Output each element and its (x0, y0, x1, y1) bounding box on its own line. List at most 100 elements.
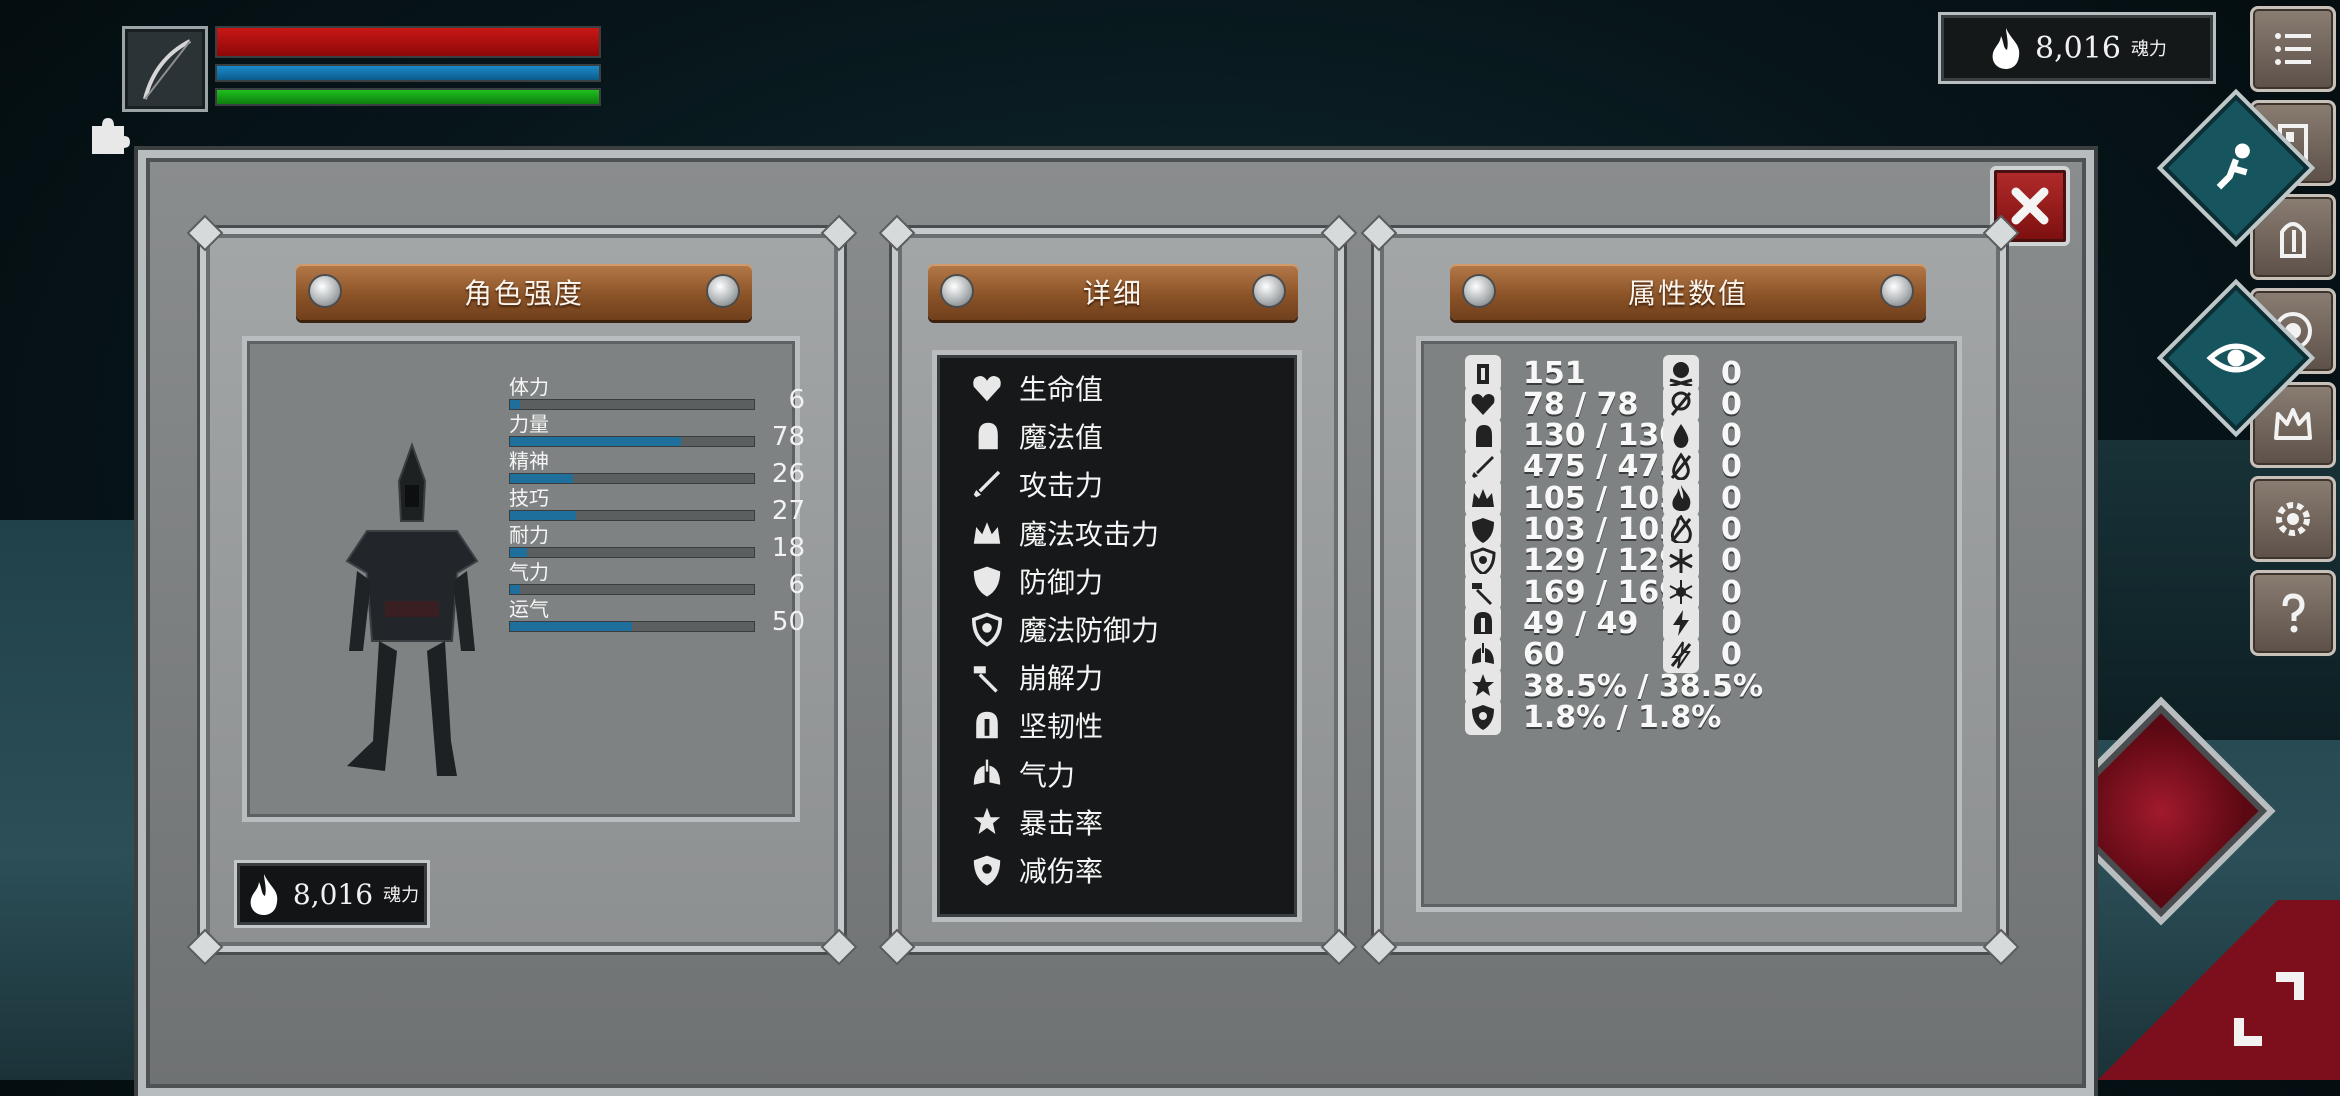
corner-arrow-bottom-icon (2234, 1018, 2262, 1046)
attribute-value: 1.8% / 1.8% (1523, 699, 1722, 735)
stat-name: 气力 (509, 560, 549, 584)
lightning-resist-icon (1670, 641, 1692, 669)
detail-label: 生命值 (1019, 373, 1104, 406)
detail-item[interactable]: 魔法值 (969, 413, 1103, 459)
resistance-value: 0 (1721, 637, 1742, 673)
stat-name: 运气 (509, 597, 549, 621)
detail-label: 魔法防御力 (1019, 614, 1160, 647)
helmet-icon-glyph (976, 712, 998, 739)
stat-bar-fill (510, 622, 632, 631)
stat-name: 耐力 (509, 523, 549, 547)
damage-reduction-icon (969, 852, 1005, 888)
detail-label: 坚韧性 (1019, 710, 1104, 744)
lungs-icon-glyph (973, 759, 1001, 785)
soul-value: 8,016 (292, 877, 374, 911)
sword-icon (969, 466, 1005, 502)
damage-reduction-icon (1472, 705, 1494, 731)
mana-bar (215, 64, 601, 82)
strength-title: 角色强度 (463, 277, 584, 310)
detail-item[interactable]: 魔法攻击力 (969, 510, 1159, 556)
detail-item[interactable]: 暴击率 (969, 799, 1103, 845)
head-icon (969, 418, 1005, 454)
detail-item[interactable]: 崩解力 (969, 654, 1103, 700)
detail-label: 魔法值 (1019, 421, 1104, 455)
hammer-icon (969, 659, 1005, 695)
rivet-icon (1464, 276, 1494, 306)
rivet-icon (708, 276, 738, 306)
detail-title-plank: 详细 (928, 264, 1298, 320)
sword-icon-glyph (973, 471, 1001, 498)
soul-counter: 8,016 魂力 (1938, 12, 2216, 84)
stats-inset: 体力 6 力量 78 精神 26 技巧 27 耐力 18 气力 6 运气 50 (242, 336, 805, 822)
detail-label: 防御力 (1019, 565, 1104, 599)
stamina-bar-fill (217, 90, 599, 104)
soul-flame-icon (250, 874, 278, 915)
attribute-row: 1.8% / 1.8% (1465, 697, 1721, 737)
detail-label: 崩解力 (1019, 662, 1104, 696)
attributes-title-plank: 属性数值 (1450, 264, 1926, 320)
menu-icon (2275, 33, 2311, 65)
head-icon-glyph (978, 422, 998, 450)
strength-title-plank: 角色强度 (296, 264, 752, 320)
detail-item[interactable]: 生命值 (969, 365, 1103, 411)
rivet-icon (1882, 276, 1912, 306)
attributes-title: 属性数值 (1627, 277, 1748, 310)
stat-name: 技巧 (509, 486, 549, 510)
detail-label: 魔法攻击力 (1019, 517, 1160, 551)
equipped-weapon-slot[interactable] (122, 26, 208, 112)
soul-flame-icon (1992, 28, 2020, 69)
detail-label: 攻击力 (1019, 469, 1104, 503)
corner-arrow-top-icon (2276, 972, 2304, 1000)
detail-item[interactable]: 坚韧性 (969, 702, 1103, 748)
detail-item[interactable]: 攻击力 (969, 461, 1103, 507)
soul-unit: 魂力 (2130, 39, 2167, 60)
detail-panel: 详细 生命值魔法值攻击力魔法攻击力防御力魔法防御力崩解力坚韧性气力暴击率减伤率 (881, 217, 1355, 963)
puzzle-icon[interactable] (86, 112, 132, 158)
settings-icon (2276, 502, 2310, 536)
detail-title: 详细 (1082, 277, 1143, 310)
character-strength-panel: 角色强度 体力 6 力量 78 精神 26 技巧 27 耐力 18 气力 6 运气 50 8,016 魂力 (189, 217, 855, 963)
detail-item[interactable]: 气力 (969, 751, 1075, 797)
stat-bar (509, 621, 755, 632)
health-bar (215, 26, 601, 58)
attributes-inset: 151 78 / 78 130 / 130 475 / 475 105 / 105 103… (1416, 336, 1962, 912)
help-button[interactable] (2250, 570, 2336, 656)
helmet-icon (969, 707, 1005, 743)
health-bar-fill (217, 28, 599, 56)
heart-icon (969, 370, 1005, 406)
magic-crown-icon-glyph (973, 521, 1001, 544)
rivet-icon (942, 276, 972, 306)
menu-button[interactable] (2250, 6, 2336, 92)
mana-bar-fill (217, 66, 599, 80)
stamina-bar (215, 88, 601, 106)
stat-name: 体力 (509, 375, 549, 399)
stat-value: 50 (771, 607, 805, 637)
crit-star-icon (969, 804, 1005, 840)
help-icon (2282, 593, 2305, 633)
stat-row: 运气 50 (509, 593, 809, 643)
detail-label: 减伤率 (1019, 855, 1104, 888)
magic-crown-icon (969, 515, 1005, 551)
stat-name: 精神 (509, 449, 549, 473)
settings-button[interactable] (2250, 476, 2336, 562)
bow-icon (143, 39, 191, 100)
rivet-icon (310, 276, 340, 306)
lungs-icon (969, 756, 1005, 792)
detail-list-box: 生命值魔法值攻击力魔法攻击力防御力魔法防御力崩解力坚韧性气力暴击率减伤率 (932, 350, 1302, 922)
magic-shield-icon (969, 611, 1005, 647)
soul-unit: 魂力 (383, 885, 420, 906)
detail-item[interactable]: 减伤率 (969, 847, 1103, 893)
rivet-icon (1254, 276, 1284, 306)
detail-item[interactable]: 防御力 (969, 558, 1103, 604)
shield-icon-glyph (973, 566, 1001, 597)
equipment-icon (2280, 222, 2306, 258)
damage-reduction-icon-glyph (973, 855, 1001, 886)
magic-shield-icon-glyph (971, 612, 1003, 647)
character-model (345, 442, 479, 776)
shield-icon (969, 563, 1005, 599)
detail-item[interactable]: 魔法防御力 (969, 606, 1159, 652)
damage-reduction-icon (1465, 699, 1501, 736)
detail-label: 暴击率 (1019, 806, 1104, 840)
detail-label: 气力 (1019, 758, 1076, 792)
close-icon (2011, 187, 2049, 225)
